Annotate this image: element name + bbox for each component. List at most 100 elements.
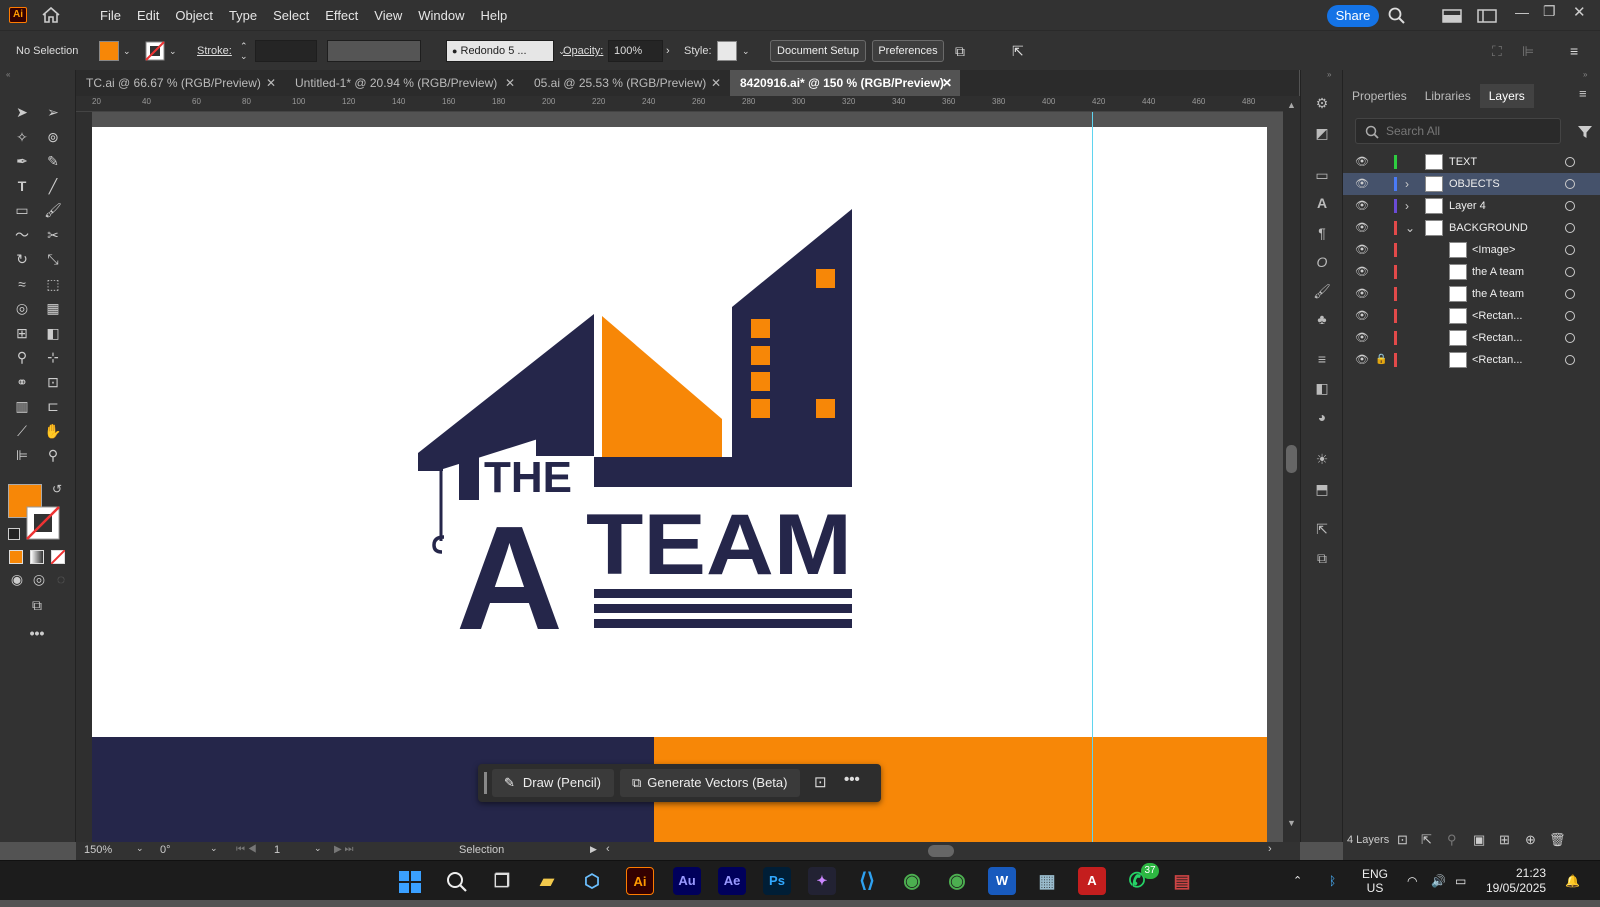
collapse-icon[interactable]: « (6, 70, 10, 79)
layer-row[interactable]: 👁 🔒 <Rectan... (1343, 349, 1600, 371)
rotate-tool-icon[interactable]: ↻ (11, 248, 33, 270)
menu-view[interactable]: View (366, 8, 410, 23)
tab-libraries[interactable]: Libraries (1416, 84, 1480, 108)
target-circle-icon[interactable] (1565, 245, 1575, 255)
share-button[interactable]: Share (1327, 5, 1379, 27)
virtualbox-icon[interactable]: ⬡ (578, 867, 606, 895)
home-icon[interactable] (41, 6, 61, 24)
magic-wand-icon[interactable]: ✧ (11, 126, 33, 148)
generate-vectors-button[interactable]: ⧉ Generate Vectors (Beta) (620, 769, 800, 797)
visibility-eye-icon[interactable]: 👁 (1355, 349, 1369, 371)
close-tab-icon[interactable]: ✕ (942, 70, 952, 96)
artboard-tool-icon[interactable]: ⊏ (42, 395, 64, 417)
eyedropper-icon[interactable]: ⚲ (11, 346, 33, 368)
chevron-down-icon[interactable]: ⌄ (314, 843, 322, 854)
tab-untitled[interactable]: Untitled-1* @ 20.94 % (RGB/Preview) ✕ (285, 70, 523, 96)
close-tab-icon[interactable]: ✕ (266, 70, 276, 96)
chevron-down-icon[interactable]: ⌄ (169, 41, 177, 61)
language-indicator[interactable]: ENG US (1362, 867, 1388, 907)
collect-for-export-icon[interactable]: ⊡ (1397, 826, 1408, 854)
stroke-weight-field[interactable] (255, 40, 317, 62)
menu-type[interactable]: Type (221, 8, 265, 23)
swap-colors-icon[interactable]: ↺ (52, 482, 62, 496)
fill-swatch[interactable] (99, 41, 119, 61)
first-artboard-icon[interactable]: ⏮ ◀ (236, 844, 257, 855)
photoshop-icon[interactable]: Ps (763, 867, 791, 895)
menu-effect[interactable]: Effect (317, 8, 366, 23)
layer-row[interactable]: 👁 › Layer 4 (1343, 195, 1600, 217)
shape-builder-icon[interactable]: ◎ (11, 297, 33, 319)
image-icon[interactable]: ⊡ (814, 773, 827, 791)
layer-row[interactable]: 👁 TEXT (1343, 151, 1600, 173)
acrobat-icon[interactable]: A (1078, 867, 1106, 895)
layer-row[interactable]: 👁 the A team (1343, 261, 1600, 283)
scroll-down-icon[interactable]: ▼ (1287, 818, 1296, 828)
vertical-ruler[interactable] (76, 112, 92, 842)
shaper-tool-icon[interactable]: 〜 (11, 224, 33, 246)
draw-normal-icon[interactable]: ◉ (6, 568, 28, 590)
horizontal-ruler[interactable]: 20 40 60 80 100 120 140 160 180 200 220 240 260 280 30… (76, 96, 1283, 112)
illustrator-taskbar-icon[interactable]: Ai (626, 867, 654, 895)
artboards-panel-icon[interactable]: ⧉ (1313, 549, 1331, 567)
symbols-panel-icon[interactable]: ♣ (1313, 310, 1331, 328)
tab-8420916[interactable]: 8420916.ai* @ 150 % (RGB/Preview) ✕ (730, 70, 960, 96)
windows-start-icon[interactable] (398, 870, 422, 894)
clipping-mask-icon[interactable]: ▣ (1473, 826, 1485, 854)
zoom-tool-icon[interactable]: ⚲ (42, 444, 64, 466)
stroke-stepper-icon[interactable]: ⌃ ⌄ (240, 41, 248, 61)
brushes-panel-icon[interactable]: 🖌 (1313, 282, 1331, 300)
status-menu-icon[interactable]: ▶ (590, 844, 597, 855)
visibility-eye-icon[interactable]: 👁 (1355, 217, 1369, 239)
libraries-panel-icon[interactable]: ◩ (1313, 124, 1331, 142)
task-view-icon[interactable]: ❐ (488, 867, 516, 895)
blend-tool-icon[interactable]: ⚭ (11, 371, 33, 393)
menu-select[interactable]: Select (265, 8, 317, 23)
after-effects-icon[interactable]: Ae (718, 867, 746, 895)
target-circle-icon[interactable] (1565, 267, 1575, 277)
gradient-tool-icon[interactable]: ◧ (42, 322, 64, 344)
scroll-left-icon[interactable]: ‹ (606, 843, 610, 855)
perspective-grid-icon[interactable]: ▦ (42, 297, 64, 319)
draw-inside-icon[interactable]: ◌ (50, 568, 72, 590)
last-artboard-icon[interactable]: ▶ ⏭ (334, 844, 353, 855)
chrome-icon[interactable]: ◉ (898, 867, 926, 895)
horizontal-scroll-thumb[interactable] (928, 845, 954, 857)
default-colors-icon[interactable] (8, 528, 20, 540)
more-tools-icon[interactable]: ••• (26, 622, 48, 644)
clock[interactable]: 21:23 19/05/2025 (1486, 866, 1546, 906)
menu-window[interactable]: Window (410, 8, 472, 23)
export-icon[interactable]: ⇱ (1421, 826, 1432, 854)
drag-handle[interactable] (484, 772, 487, 794)
character-panel-icon[interactable]: A (1313, 194, 1331, 212)
menu-help[interactable]: Help (472, 8, 515, 23)
stroke-panel-icon[interactable]: ≡ (1313, 350, 1331, 368)
target-circle-icon[interactable] (1565, 311, 1575, 321)
visibility-eye-icon[interactable]: 👁 (1355, 283, 1369, 305)
visibility-eye-icon[interactable]: 👁 (1355, 239, 1369, 261)
rotation-value[interactable]: 0° (160, 844, 171, 856)
search-icon[interactable] (1388, 7, 1406, 25)
layer-row[interactable]: 👁 the A team (1343, 283, 1600, 305)
a-team-logo[interactable]: THE A TEAM (412, 209, 862, 629)
stroke-swatch[interactable] (145, 41, 165, 61)
layer-row[interactable]: 👁 <Rectan... (1343, 305, 1600, 327)
arrange-documents-icon[interactable] (1442, 9, 1462, 23)
stroke-color-swatch[interactable] (26, 506, 60, 540)
target-circle-icon[interactable] (1565, 333, 1575, 343)
hand-tool-icon[interactable]: ✋ (42, 420, 64, 442)
free-transform-icon[interactable]: ⬚ (42, 273, 64, 295)
chevron-down-icon[interactable]: ⌄ (742, 41, 750, 61)
guide-line[interactable] (1092, 112, 1093, 842)
tab-properties[interactable]: Properties (1343, 84, 1416, 108)
screen-mode-icon[interactable]: ⧉ (26, 594, 48, 616)
search-icon[interactable] (445, 870, 469, 894)
layer-row[interactable]: 👁 › OBJECTS (1343, 173, 1600, 195)
delete-layer-icon[interactable]: 🗑 (1549, 826, 1566, 854)
notifications-icon[interactable]: 🔔 (1565, 861, 1580, 901)
winrar-icon[interactable]: ▤ (1168, 867, 1196, 895)
close-tab-icon[interactable]: ✕ (711, 70, 721, 96)
target-circle-icon[interactable] (1565, 223, 1575, 233)
target-circle-icon[interactable] (1565, 289, 1575, 299)
new-sublayer-icon[interactable]: ⊞ (1499, 826, 1510, 854)
properties-panel-icon[interactable]: ⚙ (1313, 94, 1331, 112)
